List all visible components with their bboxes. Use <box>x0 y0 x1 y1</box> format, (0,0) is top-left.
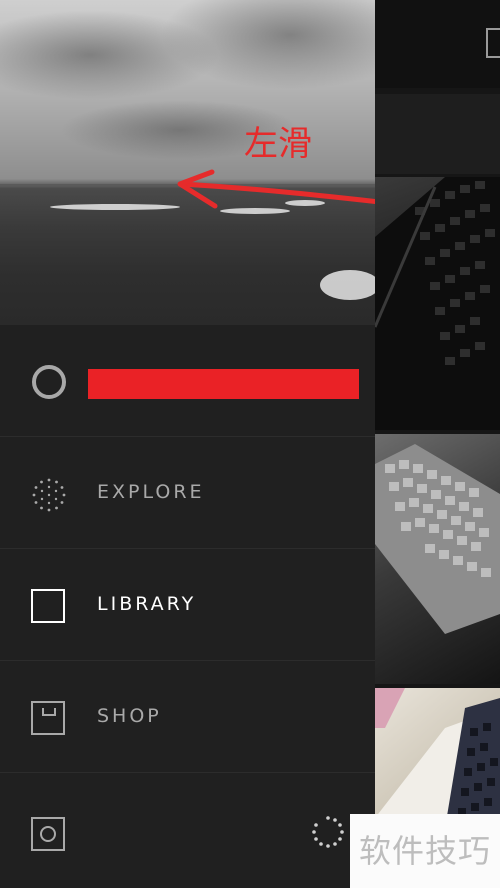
keyboard-photo-graphic <box>375 177 500 430</box>
profile-row[interactable] <box>0 325 375 437</box>
library-photo-keyboard-dark[interactable] <box>375 177 500 430</box>
username-redacted <box>88 369 359 399</box>
drawer-footer <box>0 773 375 888</box>
background-band <box>375 94 500 174</box>
library-photo-keyboard-white[interactable] <box>375 434 500 684</box>
menu-label-explore: EXPLORE <box>97 481 205 503</box>
shop-box-icon <box>31 701 65 735</box>
swipe-left-arrow-icon <box>177 169 375 209</box>
watermark: 软件技巧 <box>350 814 500 888</box>
drawer-header-photo: 左滑 <box>0 0 375 325</box>
white-keyboard-photo-graphic <box>375 444 500 634</box>
menu-item-library[interactable]: LIBRARY <box>0 549 375 661</box>
layout-toggle-icon[interactable] <box>486 28 500 58</box>
settings-square-icon[interactable] <box>31 817 65 851</box>
navigation-drawer[interactable]: 左滑 EXPLORE LIBRARY SHOP <box>0 0 375 888</box>
menu-item-shop[interactable]: SHOP <box>0 661 375 773</box>
menu-label-library: LIBRARY <box>97 593 197 615</box>
background-top-bar <box>375 0 500 88</box>
square-icon <box>31 589 65 623</box>
profile-avatar-icon[interactable] <box>32 365 66 399</box>
menu-item-explore[interactable]: EXPLORE <box>0 437 375 549</box>
dotted-circle-icon <box>32 478 66 512</box>
loading-spinner-icon <box>312 816 344 848</box>
menu-label-shop: SHOP <box>97 705 162 727</box>
